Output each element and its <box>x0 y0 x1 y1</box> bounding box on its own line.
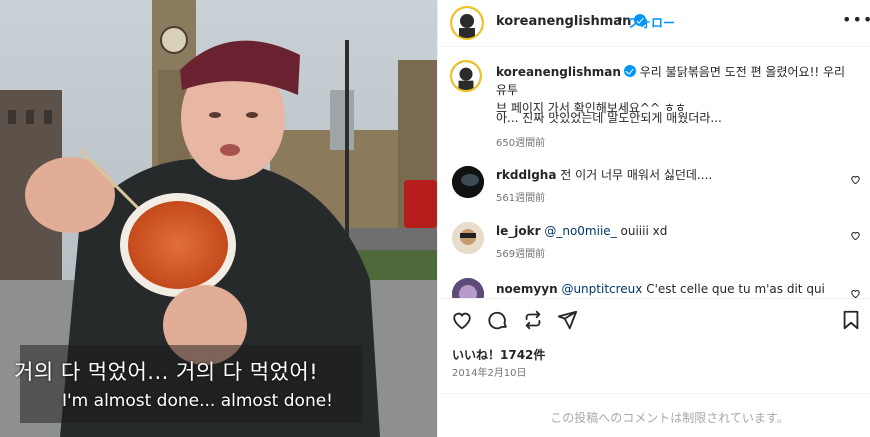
like-comment-heart-icon[interactable] <box>850 288 861 298</box>
caption-verified-icon <box>623 65 636 77</box>
separator-dot: • <box>616 13 624 28</box>
comment-avatar[interactable] <box>452 166 484 198</box>
comment-body: 전 이거 너무 매워서 싫던데.... <box>560 168 713 182</box>
comment-mention[interactable]: @unptitcreux <box>561 282 642 296</box>
comment-avatar[interactable] <box>452 278 484 298</box>
likes-count[interactable]: いいね！1742件 <box>452 346 545 363</box>
subtitle-korean: 거의 다 먹었어... 거의 다 먹었어! <box>14 360 319 384</box>
comment-footer: この投稿へのコメントは制限されています。 <box>438 393 870 437</box>
caption-avatar[interactable] <box>450 60 482 92</box>
comment-username[interactable]: noemyyn <box>496 282 558 296</box>
comment-text: rkddlgha 전 이거 너무 매워서 싫던데.... <box>496 166 712 184</box>
comment-username[interactable]: rkddlgha <box>496 168 556 182</box>
comments-restricted-notice: この投稿へのコメントは制限されています。 <box>550 411 789 425</box>
action-bar <box>438 298 870 343</box>
repost-icon[interactable] <box>522 309 544 331</box>
author-username-text[interactable]: koreanenglishman <box>496 14 631 29</box>
comment-text: noemyyn @unptitcreux C'est celle que tu … <box>496 280 826 298</box>
share-send-icon[interactable] <box>556 309 578 331</box>
post-media[interactable]: 거의 다 먹었어... 거의 다 먹었어! I'm almost done...… <box>0 0 437 437</box>
author-username[interactable]: koreanenglishman <box>496 14 647 29</box>
comments-section: koreanenglishman 우리 불닭볶음면 도전 편 올렸어요!! 우리… <box>438 48 870 298</box>
comment-bubble-icon[interactable] <box>487 309 509 331</box>
caption-time[interactable]: 650週間前 <box>496 134 545 149</box>
comment-mention[interactable]: @_no0miie_ <box>544 224 616 238</box>
comment-time[interactable]: 569週間前 <box>496 245 545 260</box>
post-date[interactable]: 2014年2月10日 <box>452 364 527 379</box>
more-options-icon[interactable]: ••• <box>842 10 870 29</box>
caption-body-line3: 아... 진짜 맛있었는데 말도안되게 매웠더라... <box>496 111 722 125</box>
comment-time[interactable]: 561週間前 <box>496 189 545 204</box>
like-comment-heart-icon[interactable] <box>850 174 861 185</box>
comment-avatar[interactable] <box>452 222 484 254</box>
author-avatar[interactable] <box>450 6 484 40</box>
save-bookmark-icon[interactable] <box>840 309 862 331</box>
like-comment-heart-icon[interactable] <box>850 230 861 241</box>
comment-username[interactable]: le_jokr <box>496 224 541 238</box>
comment-body: ouiiii xd <box>620 224 668 238</box>
subtitle-english: I'm almost done... almost done! <box>62 391 333 411</box>
post-header: koreanenglishman • フォロー ••• <box>438 0 870 47</box>
follow-button[interactable]: フォロー <box>627 14 675 31</box>
post-side-panel: koreanenglishman • フォロー ••• koreanenglis… <box>437 0 870 437</box>
caption-username[interactable]: koreanenglishman <box>496 65 621 79</box>
like-heart-icon[interactable] <box>451 309 473 331</box>
comment-text: le_jokr @_no0miie_ ouiiii xd <box>496 222 667 240</box>
